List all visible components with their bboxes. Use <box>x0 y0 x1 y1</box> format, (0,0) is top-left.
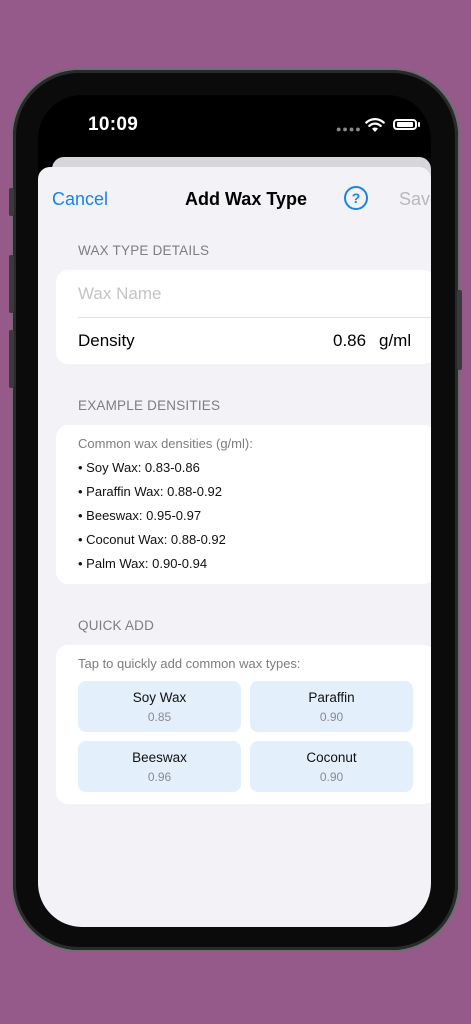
density-label: Density <box>78 331 135 350</box>
quick-add-card: Tap to quickly add common wax types: Soy… <box>56 645 431 804</box>
wax-name-input[interactable]: Wax Name <box>78 284 161 304</box>
quick-add-name: Paraffin <box>308 690 355 705</box>
list-item: • Soy Wax: 0.83-0.86 <box>78 460 200 475</box>
battery-icon <box>393 119 417 130</box>
quick-add-name: Beeswax <box>132 750 187 765</box>
examples-card: Common wax densities (g/ml): • Soy Wax: … <box>56 425 431 584</box>
quick-add-value: 0.90 <box>319 770 344 784</box>
details-card: Wax Name Density 0.86 g/ml <box>56 270 431 364</box>
volume-up-button <box>9 255 14 313</box>
status-time: 10:09 <box>88 114 139 135</box>
volume-down-button <box>9 330 14 388</box>
quick-add-paraffin-button[interactable]: Paraffin 0.90 <box>250 681 413 732</box>
wifi-icon <box>365 118 385 132</box>
quick-add-value: 0.85 <box>147 710 172 724</box>
section-header-examples: EXAMPLE DENSITIES <box>78 398 221 413</box>
section-header-details: WAX TYPE DETAILS <box>78 243 210 258</box>
list-item: • Coconut Wax: 0.88-0.92 <box>78 532 226 547</box>
quick-add-note: Tap to quickly add common wax types: <box>78 656 301 671</box>
quick-add-value: 0.96 <box>147 770 172 784</box>
density-unit: g/ml <box>379 331 412 350</box>
signal-icon: ●●●● <box>336 124 362 134</box>
quick-add-name: Coconut <box>306 750 357 765</box>
quick-add-coconut-button[interactable]: Coconut 0.90 <box>250 741 413 792</box>
mute-switch <box>9 188 14 216</box>
quick-add-name: Soy Wax <box>132 690 187 705</box>
density-field[interactable]: 0.86 <box>333 331 366 351</box>
list-item: • Paraffin Wax: 0.88-0.92 <box>78 484 223 499</box>
quick-add-soy-wax-button[interactable]: Soy Wax 0.85 <box>78 681 241 732</box>
divider <box>78 317 431 318</box>
quick-add-beeswax-button[interactable]: Beeswax 0.96 <box>78 741 241 792</box>
examples-note: Common wax densities (g/ml): <box>78 436 253 451</box>
quick-add-value: 0.90 <box>319 710 344 724</box>
screen: 10:09 ●●●● Cancel Add Wax Type ? Save WA… <box>38 95 431 927</box>
cancel-button[interactable]: Cancel <box>52 189 108 210</box>
add-wax-sheet: Cancel Add Wax Type ? Save WAX TYPE DETA… <box>38 167 431 927</box>
save-button[interactable]: Save <box>399 189 431 210</box>
section-header-quick-add: QUICK ADD <box>78 618 155 633</box>
status-bar: 10:09 ●●●● <box>38 95 431 155</box>
list-item: • Beeswax: 0.95-0.97 <box>78 508 202 523</box>
help-icon[interactable]: ? <box>344 186 368 210</box>
navigation-bar: Cancel Add Wax Type ? Save <box>38 167 431 229</box>
battery-tip <box>418 122 420 127</box>
list-item: • Palm Wax: 0.90-0.94 <box>78 556 208 571</box>
power-button <box>457 290 462 370</box>
page-title: Add Wax Type <box>185 189 308 209</box>
